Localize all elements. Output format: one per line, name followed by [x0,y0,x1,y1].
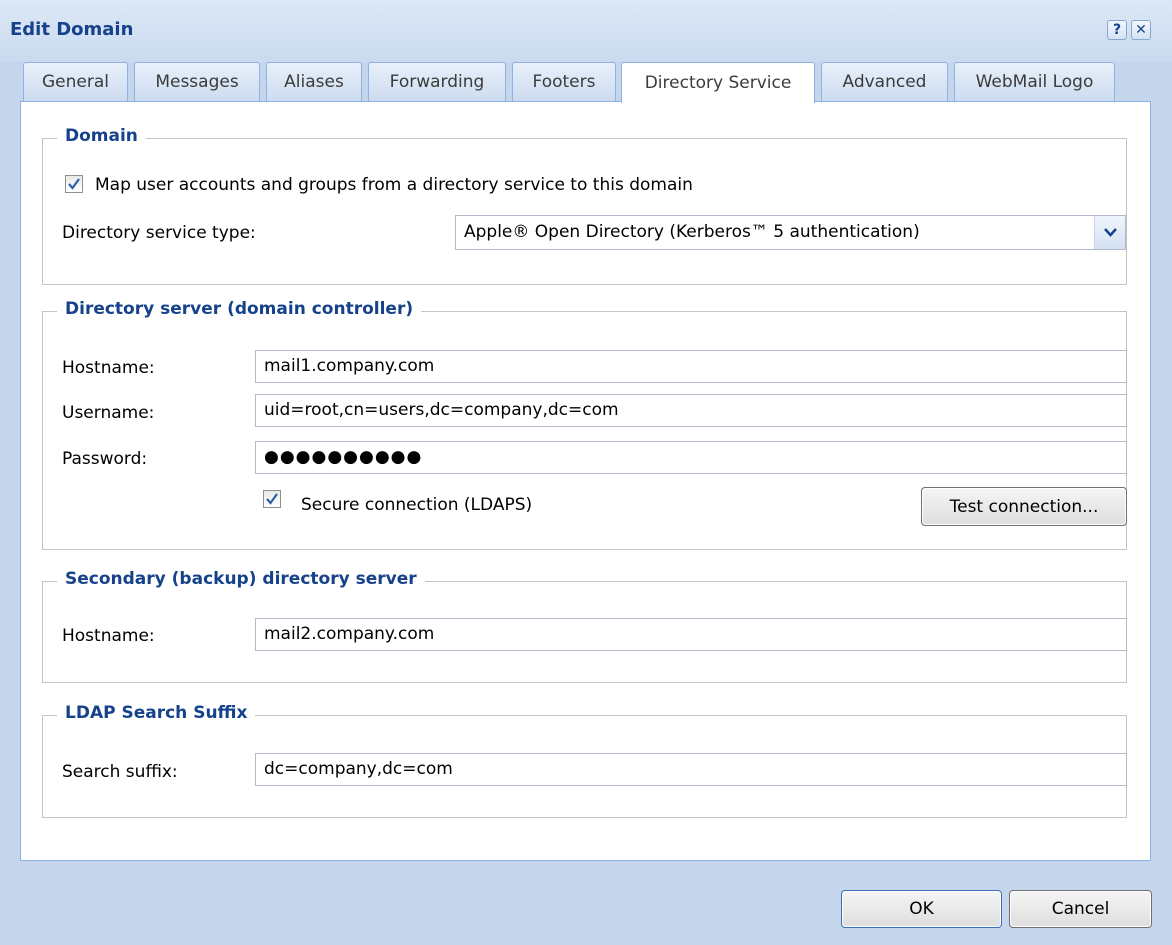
tab-forwarding[interactable]: Forwarding [368,62,506,101]
tab-footers[interactable]: Footers [512,62,616,101]
search-suffix-input[interactable]: dc=company,dc=com [255,753,1127,786]
password-label: Password: [62,449,148,469]
password-input[interactable]: ●●●●●●●●●● [255,441,1127,474]
service-type-value: Apple® Open Directory (Kerberos™ 5 authe… [464,222,920,242]
test-connection-button[interactable]: Test connection... [921,487,1127,526]
checkmark-icon [266,493,278,505]
directory-server-group: Directory server (domain controller) Hos… [42,299,1127,550]
domain-legend: Domain [57,126,146,146]
secondary-hostname-input[interactable]: mail2.company.com [255,618,1127,651]
ldap-search-group: LDAP Search Suffix Search suffix: dc=com… [42,703,1127,818]
domain-group: Domain Map user accounts and groups from… [42,126,1127,285]
username-label: Username: [62,403,155,423]
tab-directory-service[interactable]: Directory Service [621,62,815,103]
secure-connection-label: Secure connection (LDAPS) [301,495,533,515]
close-icon[interactable]: ✕ [1131,20,1151,40]
username-input[interactable]: uid=root,cn=users,dc=company,dc=com [255,394,1127,427]
dialog-title: Edit Domain [10,19,134,40]
search-suffix-label: Search suffix: [62,762,178,782]
secondary-server-legend: Secondary (backup) directory server [57,569,425,589]
ldap-search-legend: LDAP Search Suffix [57,703,256,723]
hostname-input[interactable]: mail1.company.com [255,350,1127,383]
tab-advanced[interactable]: Advanced [821,62,948,101]
map-accounts-checkbox[interactable] [65,175,83,193]
secondary-server-group: Secondary (backup) directory server Host… [42,569,1127,683]
hostname-label: Hostname: [62,358,155,378]
map-accounts-label: Map user accounts and groups from a dire… [95,175,693,195]
help-icon[interactable]: ? [1107,20,1127,40]
tab-messages[interactable]: Messages [134,62,260,101]
ok-button[interactable]: OK [841,890,1002,928]
cancel-button[interactable]: Cancel [1009,890,1152,928]
secure-connection-checkbox[interactable] [263,490,281,508]
secondary-hostname-label: Hostname: [62,626,155,646]
service-type-label: Directory service type: [62,223,256,243]
chevron-down-icon[interactable] [1094,216,1125,249]
tab-general[interactable]: General [23,62,128,101]
checkmark-icon [68,178,80,190]
tab-webmail-logo[interactable]: WebMail Logo [954,62,1115,101]
tab-strip: General Messages Aliases Forwarding Foot… [0,62,1172,103]
tab-content-panel: Domain Map user accounts and groups from… [20,101,1151,861]
title-bar[interactable]: Edit Domain ? ✕ [0,0,1172,62]
tab-aliases[interactable]: Aliases [266,62,362,101]
directory-server-legend: Directory server (domain controller) [57,299,422,319]
service-type-select[interactable]: Apple® Open Directory (Kerberos™ 5 authe… [455,215,1126,250]
